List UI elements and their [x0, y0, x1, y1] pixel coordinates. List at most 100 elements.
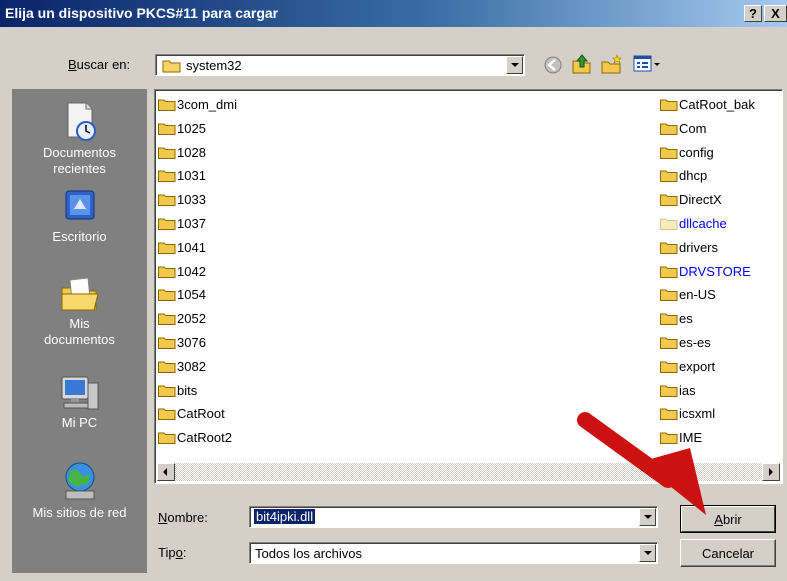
file-list-item[interactable]: config [660, 143, 714, 165]
file-list-item[interactable]: en-US [660, 285, 716, 307]
file-list-item[interactable]: bits [158, 381, 197, 403]
file-name: 1042 [177, 263, 206, 279]
network-places-icon [65, 462, 94, 500]
close-button[interactable]: X [764, 5, 787, 22]
file-list-item[interactable]: 1033 [158, 190, 206, 212]
folder-icon [660, 147, 678, 159]
file-list-item[interactable]: DirectX [660, 190, 722, 212]
file-list-item[interactable]: 1037 [158, 214, 206, 236]
lookin-dropdown[interactable]: system32 [155, 54, 525, 76]
open-button[interactable]: Abrir [680, 505, 776, 533]
my-computer-icon [61, 376, 98, 410]
place-label: Mis sitios de red [32, 505, 127, 520]
folder-icon [158, 313, 176, 326]
desktop-icon [65, 190, 94, 220]
close-icon: X [771, 6, 780, 21]
place-my-computer[interactable]: Mi PC [12, 373, 147, 431]
file-list-item[interactable]: 1031 [158, 166, 206, 188]
folder-icon [660, 337, 678, 349]
file-name: es [679, 311, 693, 327]
file-name: config [679, 144, 714, 160]
folder-icon [158, 432, 176, 445]
file-list-item[interactable]: IME [660, 428, 702, 450]
file-list-item[interactable]: dhcp [660, 166, 707, 188]
places-bar: Documentos recientes Escritorio Mis docu… [12, 89, 147, 573]
title-bar[interactable]: Elija un dispositivo PKCS#11 para cargar [0, 0, 787, 27]
place-recent-documents[interactable]: Documentos recientes [12, 99, 147, 177]
file-name: 3076 [177, 335, 206, 350]
file-list-item[interactable]: es [660, 309, 693, 331]
file-name: Com [679, 120, 707, 136]
place-my-documents[interactable]: Mis documentos [12, 274, 147, 348]
file-list-item[interactable]: CatRoot2 [158, 428, 232, 450]
file-list-item[interactable]: 1041 [158, 238, 206, 260]
file-list-item[interactable]: dllcache [660, 214, 727, 236]
place-label: documentos [44, 332, 115, 347]
file-name: CatRoot [177, 406, 225, 422]
folder-icon [660, 266, 678, 278]
file-list-item[interactable]: 3082 [158, 357, 206, 379]
file-list-item[interactable]: drivers [660, 238, 718, 260]
lookin-dropdown-button[interactable] [506, 56, 523, 74]
scroll-left-button[interactable] [157, 463, 175, 481]
file-name: es-es [679, 335, 711, 350]
file-list-item[interactable]: icsxml [660, 404, 715, 426]
folder-icon [158, 408, 176, 421]
folder-icon [660, 408, 678, 421]
file-list-item[interactable]: 1054 [158, 285, 206, 307]
folder-icon [660, 289, 678, 302]
back-icon[interactable] [542, 55, 564, 75]
file-name: 3com_dmi [177, 97, 237, 112]
file-list-item[interactable]: 3076 [158, 333, 206, 355]
file-list-item[interactable]: ias [660, 381, 696, 403]
place-desktop[interactable]: Escritorio [12, 187, 147, 245]
file-list-item[interactable]: 1025 [158, 119, 206, 141]
filetype-dropdown[interactable]: Todos los archivos [249, 542, 658, 564]
file-name: CatRoot_bak [679, 97, 755, 112]
folder-icon [158, 123, 176, 135]
file-name: 1031 [177, 168, 206, 184]
scroll-right-button[interactable] [762, 463, 780, 481]
file-name: 1028 [177, 144, 206, 160]
up-folder-icon[interactable] [570, 53, 594, 75]
filename-label: Nombre: [158, 510, 208, 525]
file-list-item[interactable]: export [660, 357, 715, 379]
file-list-item[interactable]: es-es [660, 333, 711, 355]
new-folder-icon[interactable] [600, 53, 624, 75]
folder-icon [158, 266, 176, 278]
file-list-item[interactable]: 2052 [158, 309, 206, 331]
recent-documents-icon [67, 102, 96, 141]
file-name: DRVSTORE [679, 263, 751, 279]
folder-icon [162, 60, 181, 73]
folder-icon [660, 361, 678, 373]
file-name: bits [177, 382, 198, 398]
place-label: Documentos [43, 145, 116, 160]
file-name: 2052 [177, 311, 206, 327]
folder-icon [158, 385, 176, 397]
place-label: Mis [69, 316, 90, 331]
file-name: icsxml [679, 406, 716, 422]
horizontal-scrollbar[interactable] [157, 463, 780, 481]
folder-icon [158, 361, 176, 373]
filetype-dropdown-button[interactable] [639, 544, 656, 562]
lookin-value: system32 [186, 58, 242, 73]
cancel-button[interactable]: Cancelar [680, 539, 776, 567]
file-list-item[interactable]: 1028 [158, 143, 206, 165]
filename-dropdown-button[interactable] [639, 508, 656, 526]
folder-icon [158, 147, 176, 159]
file-list[interactable]: 3com_dmi 1025 1028 1031 1033 1037 1041 1042 1054… [154, 89, 783, 484]
place-network[interactable]: Mis sitios de red [12, 459, 147, 521]
filename-value: bit4ipki.dll [252, 508, 317, 525]
file-name: ias [679, 382, 696, 398]
file-list-item[interactable]: DRVSTORE [660, 262, 751, 284]
help-button[interactable]: ? [744, 5, 762, 22]
file-list-item[interactable]: CatRoot_bak [660, 95, 755, 117]
filename-input[interactable]: bit4ipki.dll [249, 506, 658, 528]
file-list-item[interactable]: 3com_dmi [158, 95, 237, 117]
open-button-label: Abrir [714, 512, 742, 527]
view-menu-icon[interactable] [632, 54, 662, 74]
file-name: drivers [679, 239, 719, 255]
file-list-item[interactable]: 1042 [158, 262, 206, 284]
file-list-item[interactable]: Com [660, 119, 706, 141]
file-list-item[interactable]: CatRoot [158, 404, 225, 426]
